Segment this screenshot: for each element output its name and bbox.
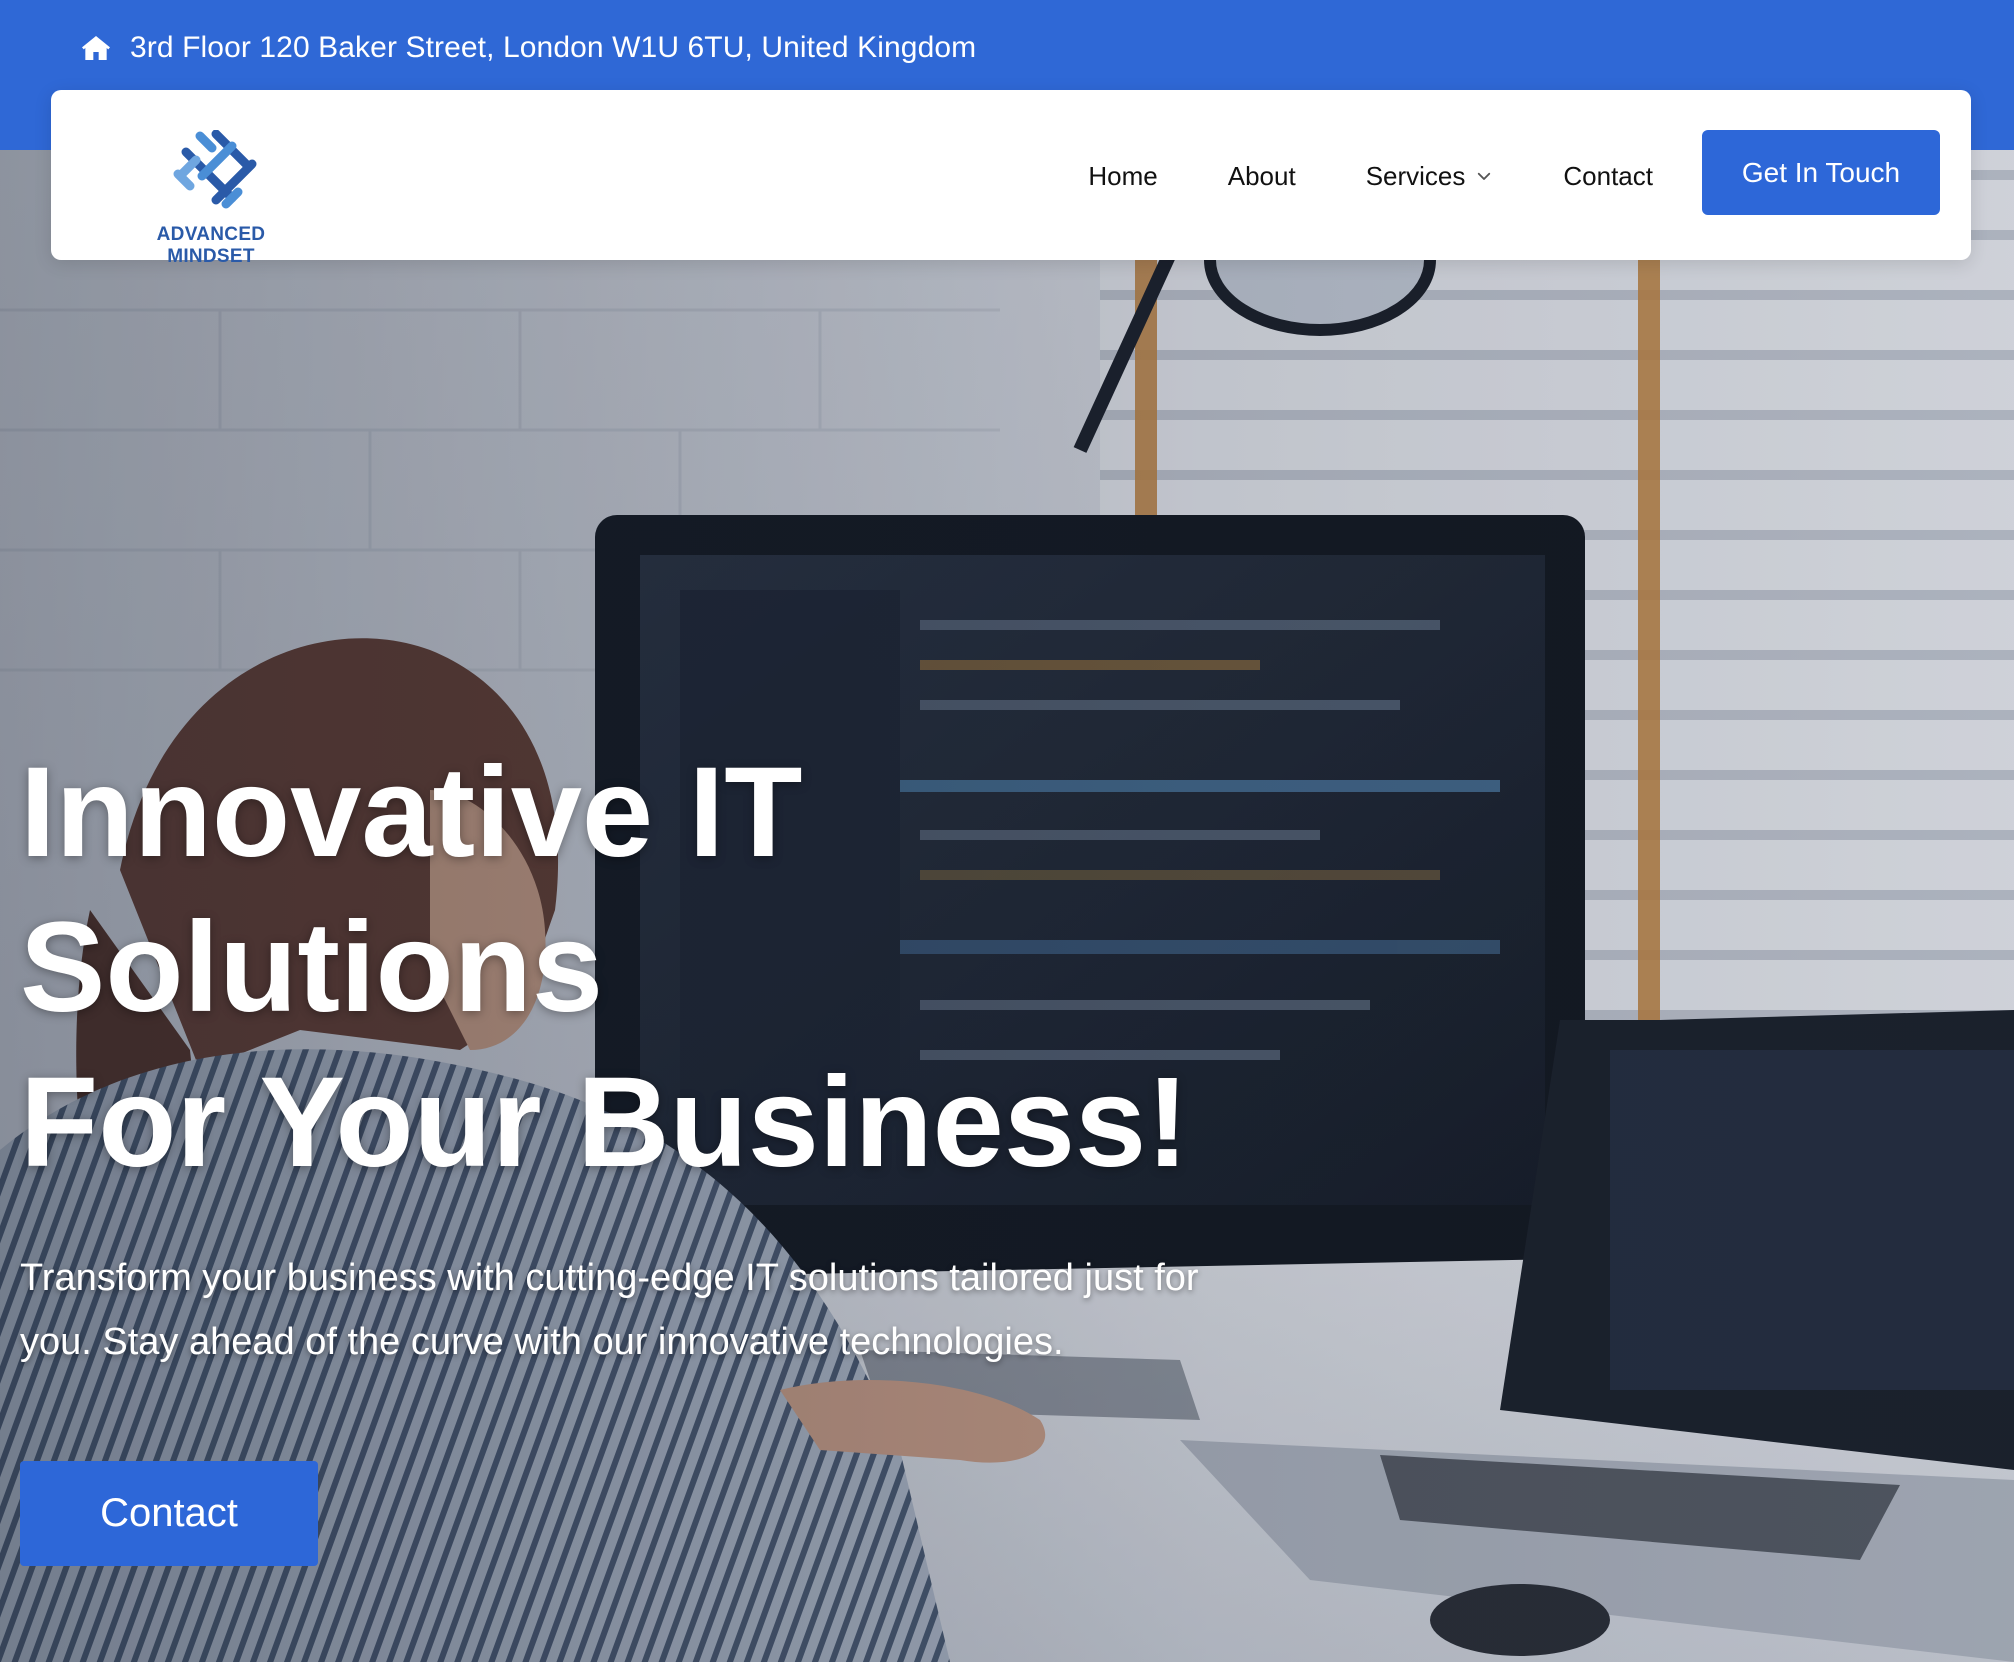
- home-icon: [80, 32, 112, 64]
- nav-item-label: Services: [1365, 160, 1466, 191]
- hero-subtitle: Transform your business with cutting-edg…: [20, 1257, 1199, 1363]
- logo[interactable]: ADVANCED MINDSET: [121, 130, 301, 267]
- main-nav: Home About Services Contact: [1018, 154, 1653, 198]
- get-in-touch-button[interactable]: Get In Touch: [1702, 130, 1940, 215]
- site-header: ADVANCED MINDSET Home About Services Con…: [51, 90, 1971, 267]
- nav-item-home[interactable]: Home: [1088, 161, 1157, 192]
- hero-title-line-3: For Your Business!: [20, 1051, 1189, 1194]
- chevron-down-icon: [1475, 167, 1493, 185]
- nav-item-label: Home: [1088, 160, 1158, 191]
- nav-item-about[interactable]: About: [1228, 161, 1296, 192]
- logo-text: ADVANCED MINDSET: [156, 224, 266, 267]
- hero-title: Innovative IT Solutions For Your Busines…: [20, 735, 1320, 1200]
- page: 3rd Floor 120 Baker Street, London W1U 6…: [0, 0, 2014, 1662]
- hero-contact-button[interactable]: Contact: [20, 1461, 318, 1566]
- hero-section: Innovative IT Solutions For Your Busines…: [0, 150, 2014, 1662]
- nav-item-label: About: [1227, 160, 1296, 191]
- nav-item-services[interactable]: Services: [1366, 161, 1494, 192]
- nav-item-label: Contact: [1563, 160, 1653, 191]
- address-text: 3rd Floor 120 Baker Street, London W1U 6…: [130, 31, 977, 64]
- hero-title-line-1: Innovative IT: [20, 741, 803, 884]
- logo-mark-icon: [173, 130, 257, 209]
- nav-item-contact[interactable]: Contact: [1563, 161, 1653, 192]
- address-bar: 3rd Floor 120 Baker Street, London W1U 6…: [80, 28, 976, 68]
- hero-title-line-2: Solutions: [20, 896, 604, 1039]
